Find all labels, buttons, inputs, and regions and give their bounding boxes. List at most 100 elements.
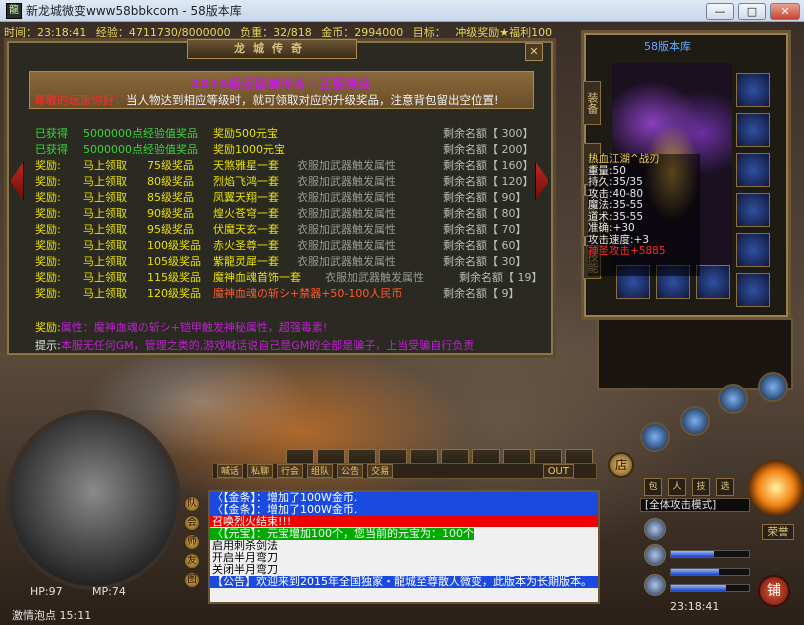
equip-slot-necklace[interactable] — [736, 113, 770, 147]
reward-desc: 衣服加武器触发属性 — [297, 223, 396, 236]
chat-channel-tab[interactable]: 交易 — [367, 464, 394, 478]
equip-slot-medal[interactable] — [736, 273, 770, 307]
chat-channel-tab[interactable]: 组队 — [307, 464, 334, 478]
claim-link[interactable]: 马上领取 — [83, 270, 127, 286]
chat-side-icon[interactable]: 队 — [184, 496, 200, 512]
group-icon[interactable] — [644, 544, 666, 566]
chat-side-icon[interactable]: 图 — [184, 572, 200, 588]
reward-status: 奖励: — [35, 287, 61, 300]
idle-bonus-status: 激情泡点 15:11 — [12, 609, 92, 622]
reward-status: 奖励: — [35, 207, 61, 220]
banner-text: 当人物达到相应等级时，就可领取对应的升级奖品，注意背包留出空位置! — [126, 93, 499, 107]
reward-status: 已获得 — [35, 143, 68, 156]
chat-side-icon[interactable]: 师 — [184, 534, 200, 550]
dialog-close-button[interactable]: ✕ — [525, 43, 543, 61]
chat-channel-tab[interactable]: 行会 — [277, 464, 304, 478]
clock: 23:18:41 — [670, 600, 720, 613]
claim-link[interactable]: 马上领取 — [83, 158, 127, 174]
attribute-text: 属性：魔神血魂の斩シ+铠甲触发神秘属性，超强毒素! — [60, 321, 328, 334]
chat-channel-bar: 喊话 私聊 行会 组队 公告 交易 OUT — [212, 463, 597, 479]
equip-slot-ring-right[interactable] — [736, 193, 770, 227]
next-page-arrow-icon[interactable] — [535, 161, 549, 201]
store-button[interactable]: 铺 — [758, 575, 790, 607]
map-button[interactable] — [718, 384, 748, 414]
banner-greeting: 尊敬的玩家你好： — [34, 93, 126, 107]
reward-level: 80级奖品 — [147, 175, 194, 188]
chat-channel-tab[interactable]: 喊话 — [217, 464, 244, 478]
friends-button[interactable] — [680, 406, 710, 436]
reward-remaining: 剩余名额【 9】 — [443, 287, 520, 300]
claim-link[interactable]: 马上领取 — [83, 174, 127, 190]
claim-link[interactable]: 马上领取 — [83, 286, 127, 302]
equip-slot-bracelet-right[interactable] — [736, 153, 770, 187]
shop-button[interactable]: 店 — [608, 452, 634, 478]
game-scene[interactable]: 时间：23:18:41 经验：4711730/8000000 负重：32/818… — [0, 22, 804, 625]
tab-equipment[interactable]: 装备 — [583, 81, 601, 125]
team-button[interactable] — [640, 422, 670, 452]
reward-remaining: 剩余名额【 60】 — [443, 239, 527, 252]
maximize-button[interactable]: □ — [738, 3, 766, 20]
chat-message: 【公告】欢迎来到2015年全国独家・龍城至尊散人微变，此版本为长期版本。 — [210, 575, 598, 588]
claim-link[interactable]: 马上领取 — [83, 222, 127, 238]
claim-link[interactable]: 马上领取 — [83, 206, 127, 222]
reward-row: 奖励: 马上领取 75级奖品 天煞雅星一套 衣服加武器触发属性 剩余名额【 160】 — [35, 158, 535, 174]
claim-link[interactable]: 5000000点经验值奖品 — [83, 126, 198, 142]
minimize-button[interactable]: — — [706, 3, 734, 20]
claim-link[interactable]: 马上领取 — [83, 190, 127, 206]
attack-mode-indicator[interactable]: [全体攻击模式] — [640, 498, 750, 512]
close-window-button[interactable]: ✕ — [770, 3, 800, 20]
reward-desc: 衣服加武器触发属性 — [297, 239, 396, 252]
exp-bar — [670, 550, 750, 558]
dialog-title: 龙城传奇 — [187, 39, 357, 59]
bag-icon[interactable]: 包 — [644, 478, 662, 496]
reward-row: 奖励: 马上领取 90级奖品 煌火苍穹一套 衣服加武器触发属性 剩余名额【 80】 — [35, 206, 535, 222]
honor-button[interactable]: 荣誉 — [762, 524, 794, 540]
claim-link[interactable]: 马上领取 — [83, 238, 127, 254]
reward-level: 95级奖品 — [147, 223, 194, 236]
reward-desc: 衣服加武器触发属性 — [297, 175, 396, 188]
chat-channel-tab[interactable]: 公告 — [337, 464, 364, 478]
mail-button[interactable] — [758, 372, 788, 402]
skill-icon[interactable]: 技 — [692, 478, 710, 496]
reward-status: 已获得 — [35, 127, 68, 140]
mount-icon[interactable] — [644, 574, 666, 596]
reward-row: 奖励: 马上领取 100级奖品 赤火圣尊一套 衣服加武器触发属性 剩余名额【 60】 — [35, 238, 535, 254]
tooltip-stat: 准确:+30 — [588, 222, 635, 234]
option-icon[interactable]: 选 — [716, 478, 734, 496]
prev-page-arrow-icon[interactable] — [10, 161, 24, 201]
chat-channel-tab[interactable]: 私聊 — [247, 464, 274, 478]
reward-item: 奖励1000元宝 — [213, 143, 285, 156]
stamina-bar-fill — [671, 585, 726, 591]
day-night-sun-icon — [748, 460, 804, 516]
reward-readout: 冲级奖励★福利100% — [455, 26, 552, 38]
equip-slot-boots[interactable] — [736, 233, 770, 267]
chat-side-icon[interactable]: 友 — [184, 553, 200, 569]
reward-item: 赤火圣尊一套 — [213, 239, 279, 252]
reward-remaining: 剩余名额【 90】 — [443, 191, 527, 204]
reward-remaining: 剩余名额【 30】 — [443, 255, 527, 268]
target-readout: 目标： — [412, 26, 446, 38]
reward-desc: 衣服加武器触发属性 — [297, 255, 396, 268]
gold-readout: 金币：2994000 — [321, 26, 404, 38]
claim-link[interactable]: 马上领取 — [83, 254, 127, 270]
reward-level: 115级奖品 — [147, 271, 201, 284]
chat-out-button[interactable]: OUT — [542, 464, 574, 478]
chat-side-icon[interactable]: 会 — [184, 515, 200, 531]
reward-status: 奖励: — [35, 271, 61, 284]
reward-remaining: 剩余名额【 300】 — [443, 127, 534, 140]
tooltip-stat: 魔法:35-55 — [588, 199, 644, 211]
banner-title: 2015新版龍城传奇・正版微变 — [191, 77, 372, 91]
guild-icon[interactable] — [644, 518, 666, 540]
item-tooltip: 热血江湖^战刃 重量:50 持久:35/35 攻击:40-80 魔法:35-55 道术:… — [588, 153, 700, 276]
equip-slot-gem[interactable] — [696, 265, 730, 299]
character-icon[interactable]: 人 — [668, 478, 686, 496]
window-titlebar: 龍 新龙城微变www58bbkcom - 58版本库 — □ ✕ — [0, 0, 804, 22]
chat-message: 召唤烈火结束!!! — [210, 515, 598, 528]
hp-mp-orb — [6, 410, 181, 590]
top-status-bar: 时间：23:18:41 经验：4711730/8000000 负重：32/818… — [4, 24, 552, 38]
game-time: 时间：23:18:41 — [4, 26, 87, 38]
claim-link[interactable]: 5000000点经验值奖品 — [83, 142, 198, 158]
reward-row: 奖励: 马上领取 105级奖品 紫龍灵犀一套 衣服加武器触发属性 剩余名额【 30】 — [35, 254, 535, 270]
equip-slot-helmet[interactable] — [736, 73, 770, 107]
chat-log[interactable]: 〈【金条】：增加了100W金币. 〈【金条】：增加了100W金币. 召唤烈火结束!!… — [208, 490, 600, 604]
